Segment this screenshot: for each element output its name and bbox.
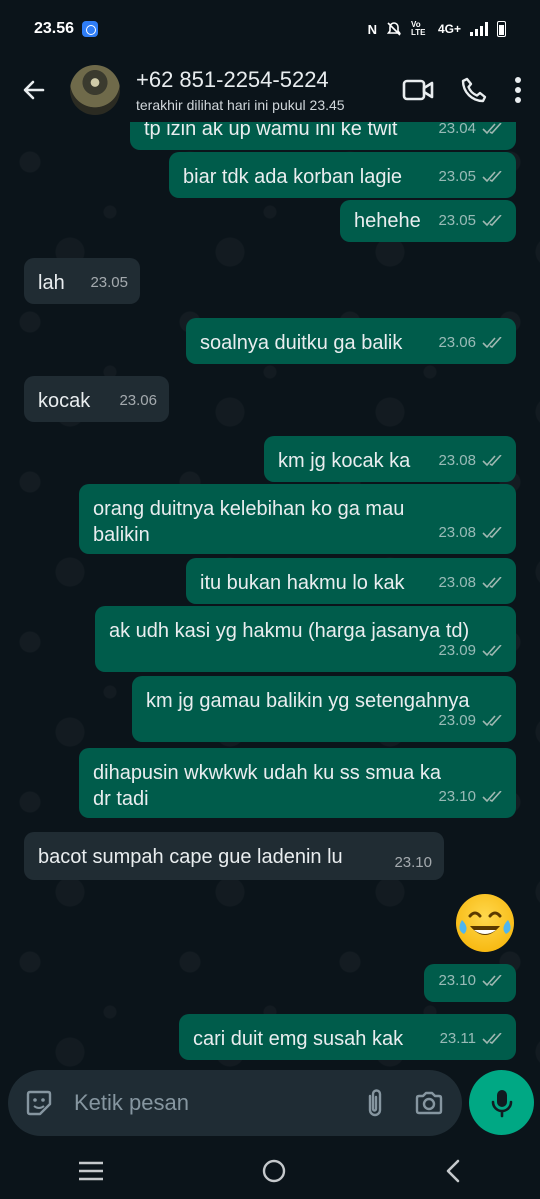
message-text: lah	[38, 272, 65, 294]
message-text: tp izin ak up wamu ini ke twit	[144, 122, 398, 140]
message-time: 23.06	[438, 334, 476, 351]
double-check-icon	[482, 577, 502, 589]
message-time: 23.08	[438, 524, 476, 541]
chat-header: +62 851-2254-5224 terakhir dilihat hari …	[0, 58, 540, 122]
message-text: kocak	[38, 390, 91, 412]
nfc-icon: N	[367, 21, 377, 37]
back-button[interactable]	[14, 70, 54, 110]
signal-icon	[470, 22, 488, 36]
message-bubble[interactable]: dihapusin wkwkwk udah ku ss smua ka dr t…	[79, 748, 516, 818]
message-bubble[interactable]: lah 23.05	[24, 258, 140, 304]
message-bubble[interactable]: km jg kocak ka 23.08	[264, 436, 516, 482]
message-bubble[interactable]: bacot sumpah cape gue ladenin lu 23.10	[24, 832, 444, 880]
message-bubble[interactable]: itu bukan hakmu lo kak 23.08	[186, 558, 516, 604]
double-check-icon	[482, 645, 502, 657]
message-time: 23.10	[438, 788, 476, 805]
message-text: bacot sumpah cape gue ladenin lu	[38, 846, 343, 868]
message-time: 23.09	[438, 712, 476, 729]
message-time: 23.10	[438, 972, 476, 989]
message-bubble[interactable]: hehehe 23.05	[340, 200, 516, 242]
double-check-icon	[482, 1033, 502, 1045]
system-navigation-bar	[0, 1142, 540, 1199]
contact-info[interactable]: +62 851-2254-5224 terakhir dilihat hari …	[136, 67, 350, 113]
message-time: 23.10	[394, 854, 432, 871]
mute-icon	[386, 22, 402, 36]
message-text: km jg gamau balikin yg setengahnya	[146, 690, 470, 712]
microphone-icon	[491, 1089, 512, 1117]
message-bubble[interactable]: orang duitnya kelebihan ko ga mau baliki…	[79, 484, 516, 554]
message-bubble[interactable]: cari duit emg susah kak 23.11	[179, 1014, 516, 1060]
message-text: cari duit emg susah kak	[193, 1028, 404, 1050]
message-time: 23.08	[438, 574, 476, 591]
recent-apps-icon[interactable]	[77, 1160, 105, 1182]
message-text: ak udh kasi yg hakmu (harga jasanya td)	[109, 620, 470, 642]
voice-call-icon[interactable]	[460, 76, 488, 104]
last-seen: terakhir dilihat hari ini pukul 23.45	[136, 97, 345, 113]
double-check-icon	[482, 527, 502, 539]
double-check-icon	[482, 791, 502, 803]
message-bubble[interactable]: soalnya duitku ga balik 23.06	[186, 318, 516, 364]
message-time: 23.11	[439, 1030, 476, 1047]
message-time: 23.08	[438, 452, 476, 469]
message-text: km jg kocak ka	[278, 450, 411, 472]
face-with-tears-of-joy-icon[interactable]	[456, 894, 514, 952]
message-bubble[interactable]: biar tdk ada korban lagie 23.05	[169, 152, 516, 198]
message-time: 23.04	[438, 122, 476, 137]
message-bubble[interactable]: km jg gamau balikin yg setengahnya 23.09	[132, 676, 516, 742]
status-bar: 23.56 N Vo LTE 4G+	[0, 0, 540, 58]
double-check-icon	[482, 337, 502, 349]
double-check-icon	[482, 715, 502, 727]
message-time: 23.05	[90, 274, 128, 291]
message-text-line-1: orang duitnya kelebihan ko ga mau	[93, 498, 405, 520]
message-text: biar tdk ada korban lagie	[183, 166, 403, 188]
message-list[interactable]: tp izin ak up wamu ini ke twit 23.04 bia…	[0, 122, 540, 1070]
message-bubble[interactable]: ak udh kasi yg hakmu (harga jasanya td) …	[95, 606, 516, 672]
message-text: itu bukan hakmu lo kak	[200, 572, 405, 594]
double-check-icon	[482, 215, 502, 227]
camera-icon[interactable]	[414, 1090, 444, 1116]
paperclip-icon[interactable]	[364, 1088, 386, 1118]
network-label: 4G+	[437, 22, 461, 36]
double-check-icon	[482, 123, 502, 135]
nav-back-icon[interactable]	[443, 1158, 463, 1184]
message-time: 23.09	[438, 642, 476, 659]
emoji-sticker-icon[interactable]	[24, 1088, 54, 1118]
message-bubble[interactable]: 23.10	[424, 964, 516, 1002]
voice-message-button[interactable]	[469, 1070, 534, 1135]
status-icons: N Vo LTE 4G+	[368, 21, 506, 37]
app-notification-icon	[82, 21, 99, 37]
double-check-icon	[482, 455, 502, 467]
message-composer: Ketik pesan	[8, 1070, 462, 1136]
message-time: 23.05	[438, 168, 476, 185]
back-arrow-icon	[23, 80, 45, 100]
status-time: 23.56	[34, 20, 75, 37]
message-text: hehehe	[354, 210, 421, 232]
video-call-icon[interactable]	[402, 78, 434, 102]
battery-icon	[497, 21, 506, 37]
message-time: 23.06	[119, 392, 157, 409]
message-bubble[interactable]: kocak 23.06	[24, 376, 169, 422]
message-bubble[interactable]: tp izin ak up wamu ini ke twit 23.04	[130, 122, 516, 150]
message-input[interactable]: Ketik pesan	[74, 1090, 364, 1116]
home-icon[interactable]	[260, 1157, 288, 1185]
double-check-icon	[482, 975, 502, 987]
message-time: 23.05	[438, 212, 476, 229]
message-text: soalnya duitku ga balik	[200, 332, 403, 354]
double-check-icon	[482, 171, 502, 183]
more-options-icon[interactable]	[514, 76, 522, 104]
message-text-line-1: dihapusin wkwkwk udah ku ss smua ka	[93, 762, 441, 784]
volte-label: Vo LTE	[410, 20, 426, 37]
contact-avatar[interactable]	[70, 65, 120, 115]
contact-name: +62 851-2254-5224	[136, 67, 329, 92]
